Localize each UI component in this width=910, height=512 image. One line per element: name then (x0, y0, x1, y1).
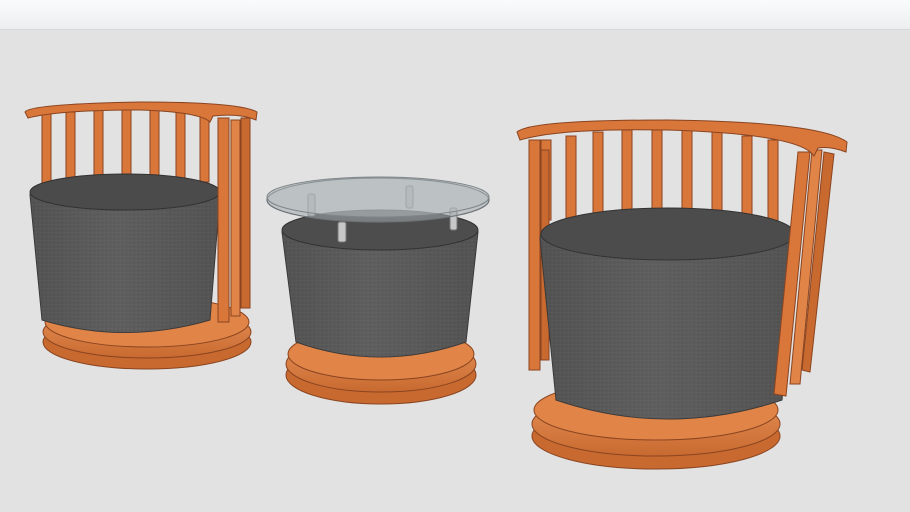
left-chair-side-posts (217, 117, 251, 323)
furniture-scene (24, 101, 848, 470)
left-chair-cushion (29, 173, 221, 333)
glass-top-ottoman-table[interactable] (266, 176, 490, 405)
table-glass-top (266, 176, 490, 223)
left-barrel-chair[interactable] (24, 101, 258, 370)
right-chair-cushion (539, 207, 797, 420)
right-barrel-chair[interactable] (516, 119, 848, 470)
model-viewport[interactable] (0, 0, 910, 512)
table-cushion (281, 209, 479, 358)
